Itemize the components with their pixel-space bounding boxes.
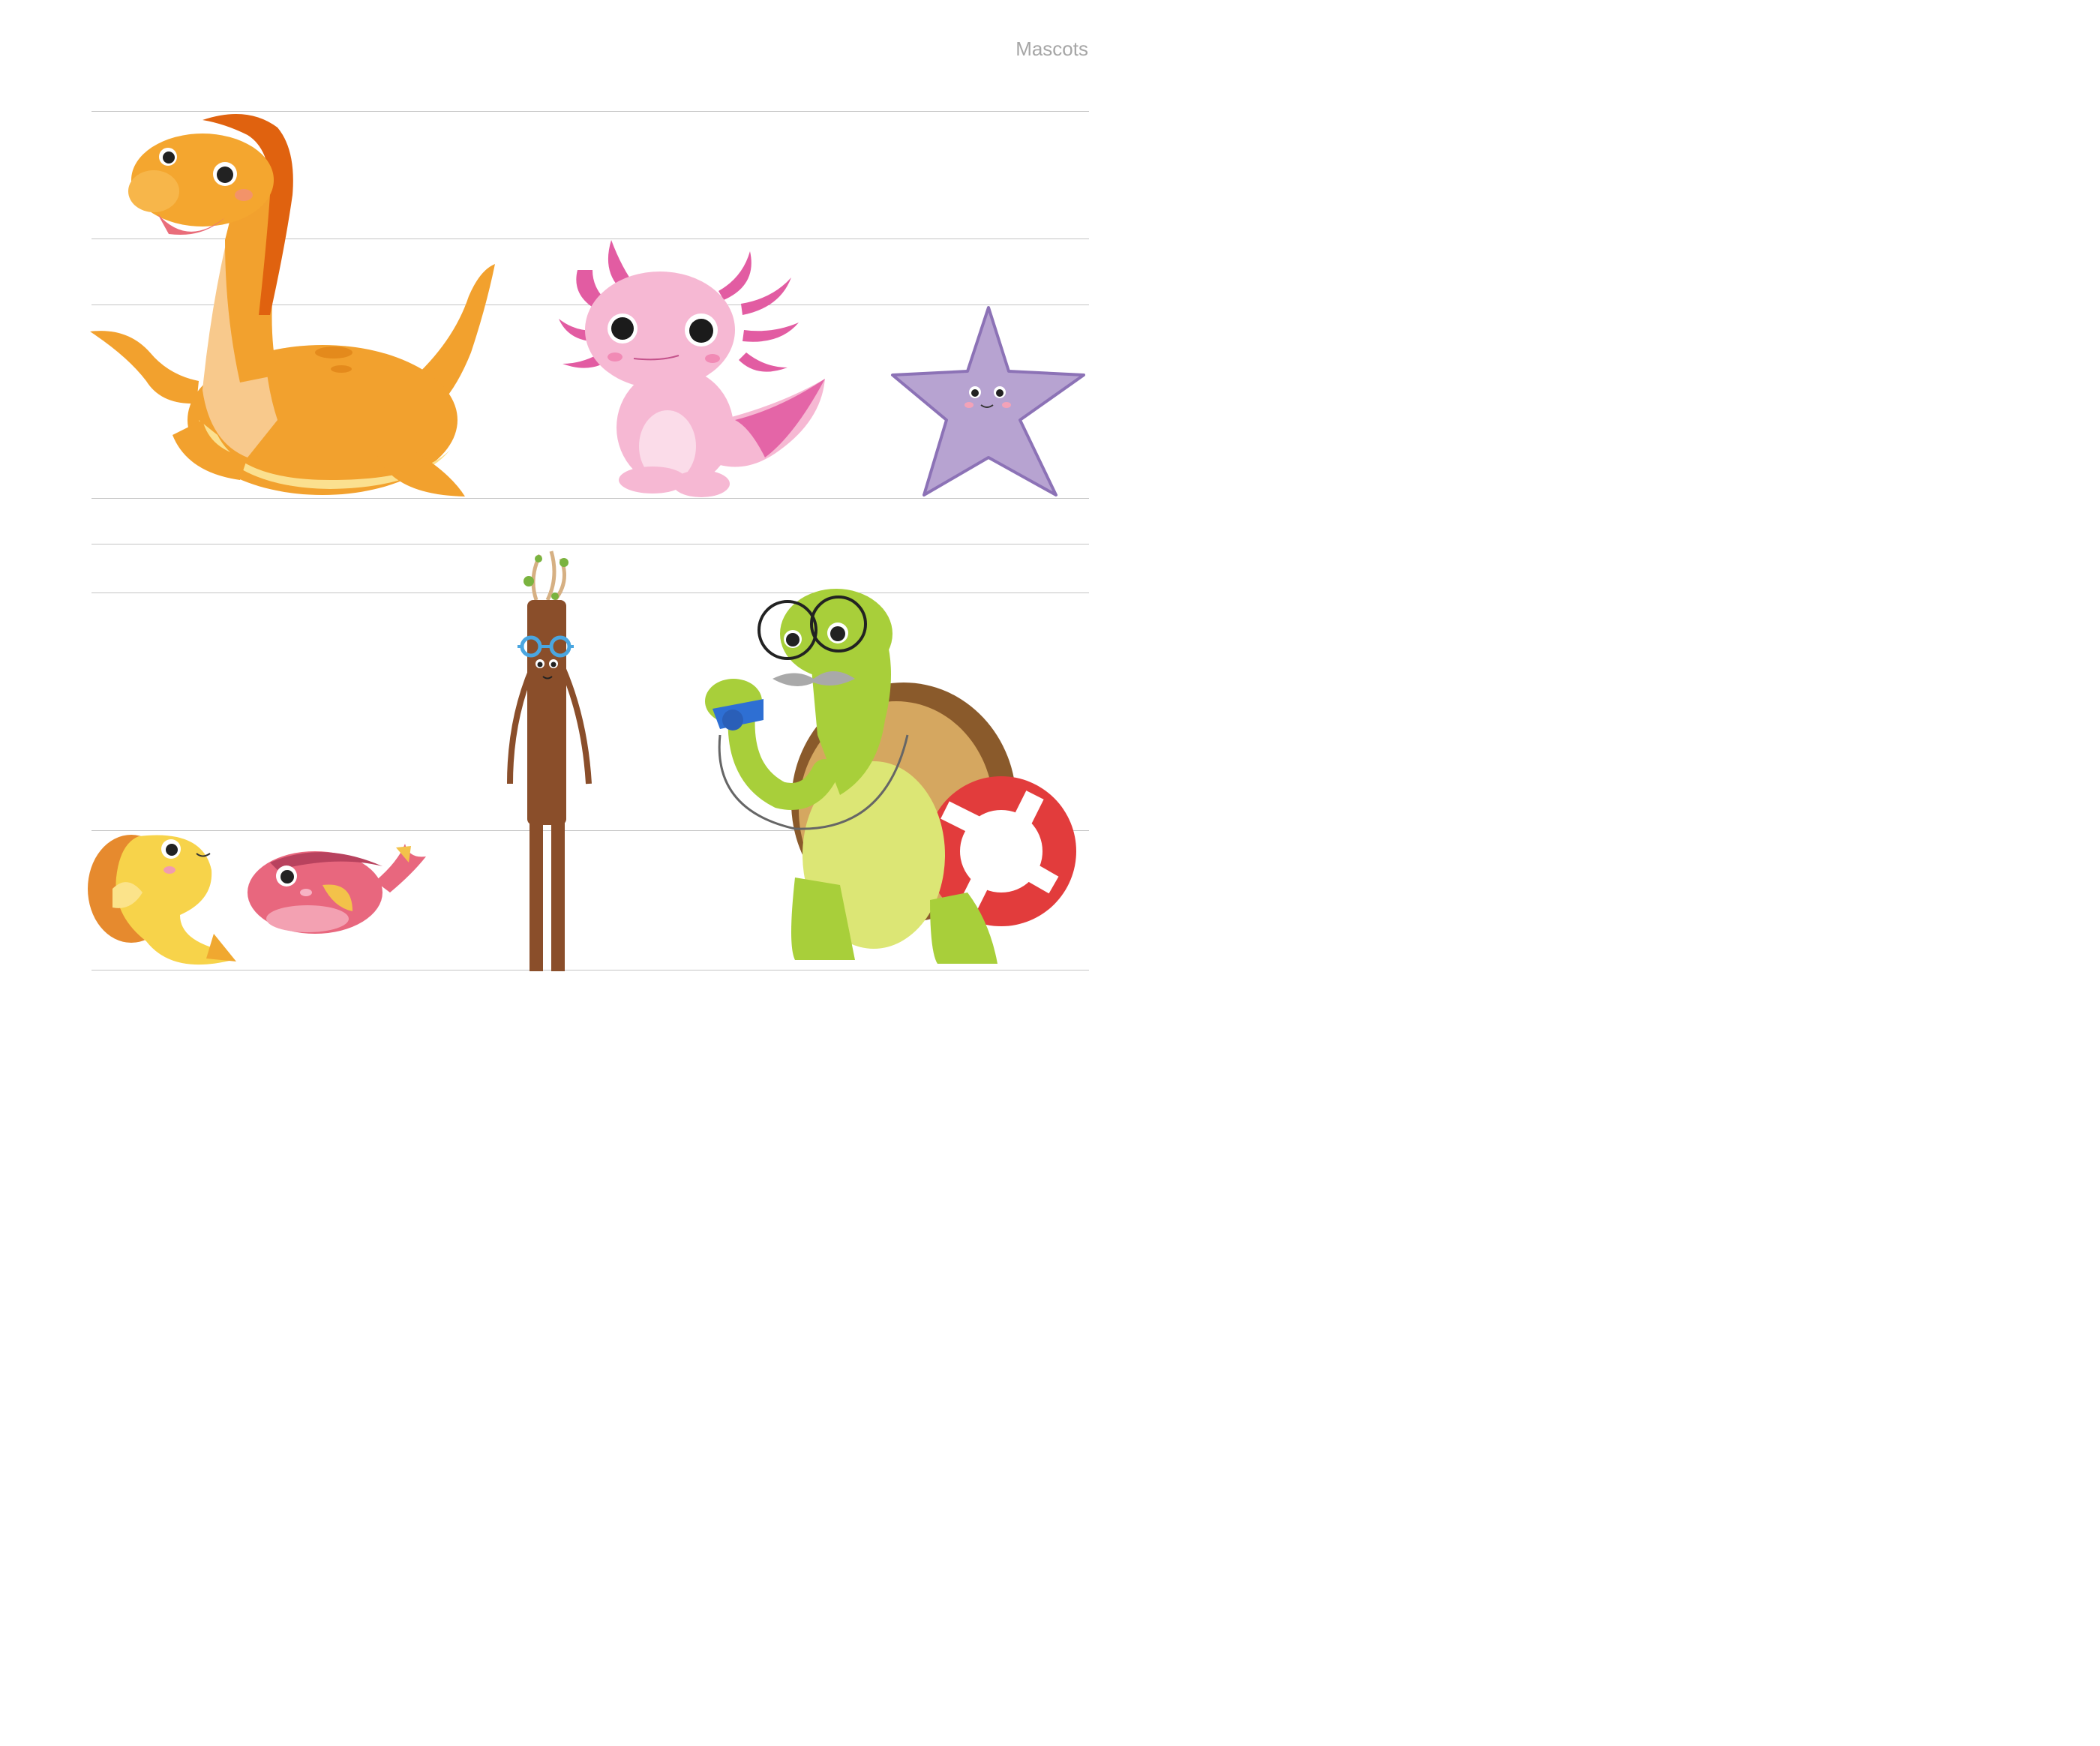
turtle-mascot bbox=[705, 589, 1076, 964]
yellow-fish-mascot bbox=[88, 835, 236, 965]
mascot-scene bbox=[88, 114, 1085, 971]
axolotl-mascot bbox=[559, 240, 825, 497]
stick-mascot bbox=[507, 550, 592, 971]
plesiosaur-mascot bbox=[90, 114, 495, 496]
starfish-mascot bbox=[891, 306, 1085, 496]
pink-fish-mascot bbox=[248, 844, 426, 934]
